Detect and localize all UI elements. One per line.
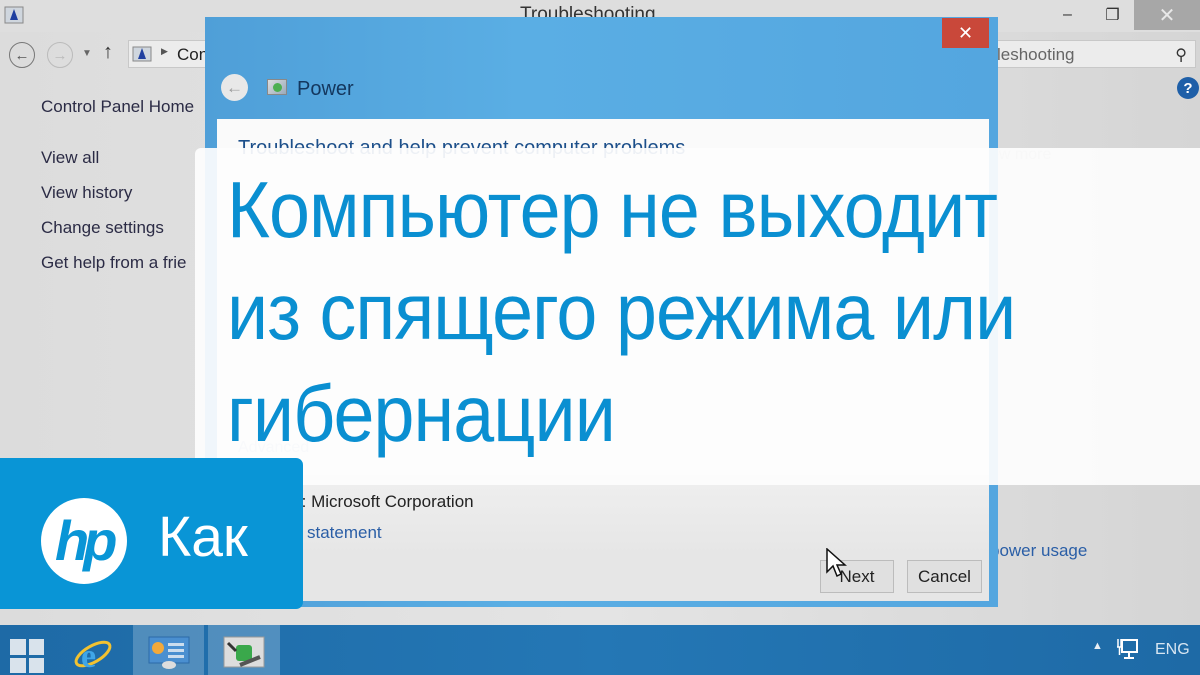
language-indicator[interactable]: ENG <box>1155 641 1190 659</box>
restore-button[interactable]: ❐ <box>1090 0 1135 30</box>
ie-icon[interactable]: e <box>72 633 114 673</box>
mouse-cursor-icon <box>826 548 847 578</box>
power-usage-link[interactable]: power usage <box>990 541 1087 561</box>
sidebar-item-view-all[interactable]: View all <box>41 148 99 168</box>
video-title-overlay: Компьютер не выходит из спящего режима и… <box>195 148 1200 485</box>
cancel-button[interactable]: Cancel <box>907 560 982 593</box>
power-troubleshooter-icon <box>267 79 287 95</box>
title-line-3: гибернации <box>227 369 616 458</box>
taskbar: e ▲ ENG <box>0 625 1200 675</box>
publisher-section: r: Microsoft Corporation statement <box>217 475 989 555</box>
dialog-title: Power <box>297 78 354 100</box>
breadcrumb-text: Con <box>177 45 209 64</box>
arrow-right-icon: → <box>52 46 68 64</box>
address-bar[interactable]: ▶ Con <box>128 40 208 68</box>
hp-logo-icon: hp <box>41 498 127 584</box>
recent-locations-dropdown[interactable]: ▼ <box>82 48 92 59</box>
control-panel-app-icon <box>4 6 24 24</box>
sidebar-item-change-settings[interactable]: Change settings <box>41 218 164 238</box>
help-icon[interactable]: ? <box>1177 77 1199 99</box>
arrow-left-icon: ← <box>226 77 243 97</box>
search-icon[interactable]: ⚲ <box>1175 45 1187 65</box>
dialog-footer: Next Cancel <box>217 555 989 601</box>
badge-label: Как <box>158 505 248 569</box>
windows-logo-icon[interactable] <box>10 639 44 673</box>
minimize-button[interactable]: – <box>1045 0 1090 30</box>
taskbar-power-troubleshooter[interactable] <box>208 625 280 675</box>
show-hidden-icons-button[interactable]: ▲ <box>1092 640 1103 652</box>
title-line-1: Компьютер не выходит <box>227 165 998 254</box>
search-value: leshooting <box>997 45 1075 64</box>
sidebar-item-control-panel-home[interactable]: Control Panel Home <box>41 97 194 117</box>
control-panel-icon <box>148 636 190 669</box>
arrow-left-icon: ← <box>14 46 30 64</box>
dialog-back-button[interactable]: ← <box>221 74 248 101</box>
hp-how-to-badge: hp Как <box>0 458 303 609</box>
sidebar-item-view-history[interactable]: View history <box>41 183 132 203</box>
back-button[interactable]: ← <box>9 42 35 68</box>
power-troubleshooter-icon <box>223 636 265 668</box>
breadcrumb-chevron-icon: ▶ <box>161 46 168 56</box>
up-button[interactable]: ↑ <box>103 41 113 64</box>
privacy-statement-link[interactable]: statement <box>307 523 382 543</box>
forward-button[interactable]: → <box>47 42 73 68</box>
svg-text:e: e <box>81 638 96 673</box>
network-icon[interactable] <box>1115 637 1139 661</box>
search-input[interactable]: leshooting ⚲ <box>990 40 1196 68</box>
window-close-button[interactable]: ✕ <box>1134 0 1200 30</box>
taskbar-control-panel[interactable] <box>133 625 204 675</box>
control-panel-icon <box>132 46 152 62</box>
publisher-text: r: Microsoft Corporation <box>296 492 474 511</box>
dialog-close-button[interactable]: ✕ <box>942 18 989 48</box>
hp-logo-text: hp <box>55 509 117 572</box>
title-line-2: из спящего режима или <box>227 267 1016 356</box>
sidebar-item-get-help[interactable]: Get help from a frie <box>41 253 187 273</box>
